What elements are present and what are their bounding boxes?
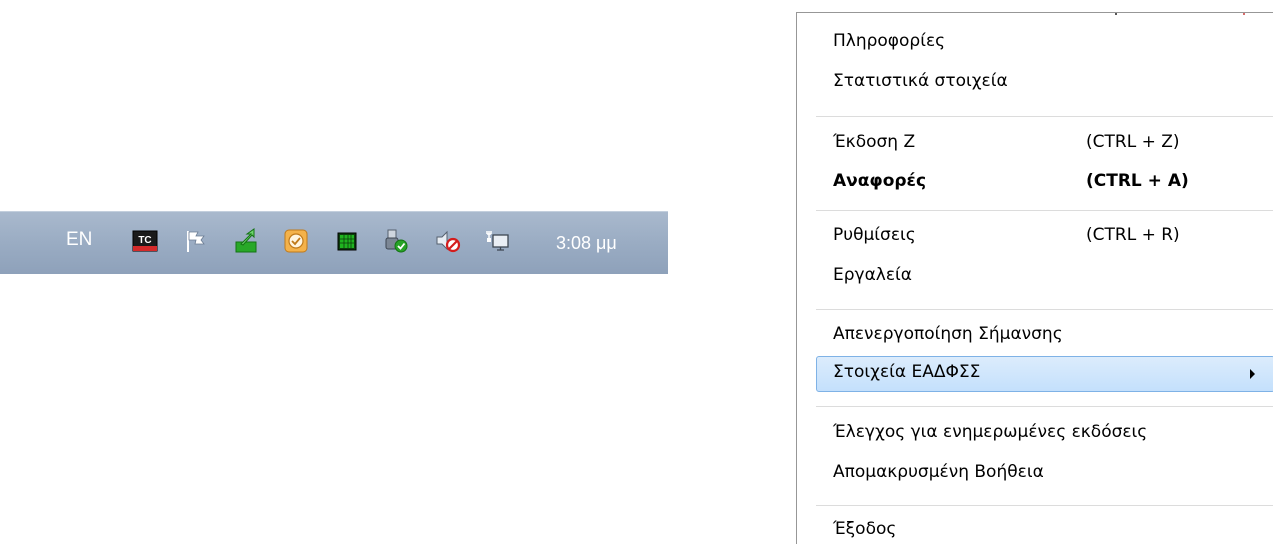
tray-context-menu: Πληροφορίες Στατιστικά στοιχεία Έκδοση Ζ… [796,12,1273,544]
menu-item-check-updates[interactable]: Έλεγχος για ενημερωμένες εκδόσεις [816,416,1256,452]
menu-top-edge-mark [1243,13,1245,15]
menu-item-label: Απομακρυσμένη Βοήθεια [833,462,1044,482]
usb-device-check-icon[interactable] [383,228,409,254]
menu-item-remote-help[interactable]: Απομακρυσμένη Βοήθεια [816,456,1256,492]
menu-separator [816,505,1273,506]
menu-item-reports[interactable]: Αναφορές (CTRL + A) [816,165,1256,201]
menu-item-label: Έλεγχος για ενημερωμένες εκδόσεις [833,422,1148,442]
menu-item-label: Στοιχεία ΕΑΔΦΣΣ [833,362,981,382]
taskbar-notification-area: EN TC 3:08 μμ [0,211,668,274]
menu-item-label: Έξοδος [833,519,897,539]
menu-top-edge-mark [1115,13,1117,15]
orange-clock-icon[interactable] [283,228,309,254]
green-grid-icon[interactable] [334,228,360,254]
speaker-muted-icon[interactable] [435,228,461,254]
menu-item-label: Πληροφορίες [833,31,946,51]
menu-item-disable-marking[interactable]: Απενεργοποίηση Σήμανσης [816,318,1256,354]
menu-separator [816,406,1273,407]
menu-item-info[interactable]: Πληροφορίες [816,25,1256,61]
menu-item-z-report[interactable]: Έκδοση Ζ (CTRL + Z) [816,126,1256,162]
tc-icon[interactable]: TC [132,228,158,254]
flag-icon[interactable] [183,228,209,254]
menu-item-shortcut: (CTRL + Z) [1086,132,1180,152]
green-arrow-icon[interactable] [233,228,259,254]
menu-item-label: Εργαλεία [833,265,913,285]
menu-separator [816,309,1273,310]
menu-item-label: Έκδοση Ζ [833,132,916,152]
clock[interactable]: 3:08 μμ [556,233,617,254]
submenu-arrow-icon [1250,369,1255,379]
menu-item-shortcut: (CTRL + R) [1086,225,1180,245]
menu-separator [816,116,1273,117]
menu-item-statistics[interactable]: Στατιστικά στοιχεία [816,65,1256,101]
tc-icon-text: TC [138,235,151,246]
menu-item-label: Απενεργοποίηση Σήμανσης [833,324,1063,344]
language-indicator[interactable]: EN [66,229,92,251]
menu-separator [816,210,1273,211]
menu-item-label: Αναφορές [833,171,927,191]
menu-item-label: Ρυθμίσεις [833,225,916,245]
menu-item-eadfss[interactable]: Στοιχεία ΕΑΔΦΣΣ [816,356,1273,392]
network-icon[interactable] [484,228,510,254]
menu-item-settings[interactable]: Ρυθμίσεις (CTRL + R) [816,219,1256,255]
menu-item-label: Στατιστικά στοιχεία [833,71,1008,91]
menu-item-tools[interactable]: Εργαλεία [816,259,1256,295]
menu-item-shortcut: (CTRL + A) [1086,171,1189,191]
